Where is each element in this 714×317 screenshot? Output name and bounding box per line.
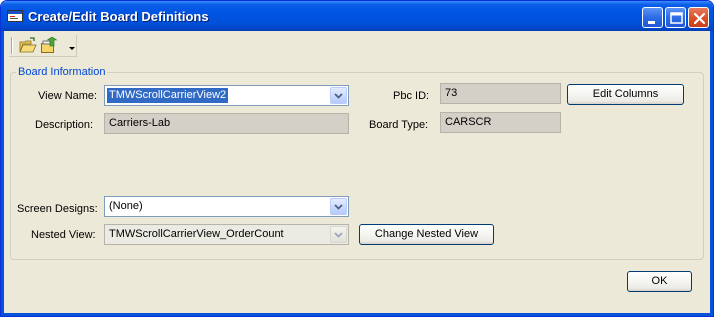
window-frame-right xyxy=(710,31,713,316)
minimize-icon xyxy=(648,21,655,24)
screen-designs-value: (None) xyxy=(109,200,143,212)
toolbar xyxy=(9,35,77,57)
board-type-label: Board Type: xyxy=(369,119,429,131)
view-name-label: View Name: xyxy=(38,90,98,102)
ok-button[interactable]: OK xyxy=(627,271,692,292)
nested-view-dropdown-button[interactable] xyxy=(330,226,347,243)
dialog-window: Create/Edit Board Definitions Board Info… xyxy=(0,0,714,317)
group-title: Board Information xyxy=(16,66,108,78)
nested-view-label: Nested View: xyxy=(31,229,96,241)
open-folder-icon[interactable] xyxy=(19,37,37,55)
board-type-field: CARSCR xyxy=(440,112,561,133)
chevron-down-icon xyxy=(334,204,343,210)
view-name-value: TMWScrollCarrierView2 xyxy=(107,88,229,103)
screen-designs-dropdown-button[interactable] xyxy=(330,198,347,215)
window-title: Create/Edit Board Definitions xyxy=(28,9,209,24)
screen-designs-label: Screen Designs: xyxy=(17,203,98,215)
toolbar-grip[interactable] xyxy=(11,37,13,54)
nested-view-combo[interactable]: TMWScrollCarrierView_OrderCount xyxy=(104,224,349,245)
chevron-down-icon xyxy=(334,232,343,238)
description-label: Description: xyxy=(35,119,94,131)
nested-view-value: TMWScrollCarrierView_OrderCount xyxy=(109,228,284,240)
window-frame-left xyxy=(1,31,4,316)
minimize-button[interactable] xyxy=(642,7,663,28)
maximize-icon xyxy=(670,12,683,24)
description-field: Carriers-Lab xyxy=(104,113,349,134)
export-icon[interactable] xyxy=(40,37,58,55)
change-nested-view-button[interactable]: Change Nested View xyxy=(359,224,494,245)
edit-columns-button[interactable]: Edit Columns xyxy=(567,84,684,105)
screen-designs-combo[interactable]: (None) xyxy=(104,196,349,217)
window-frame-bottom xyxy=(1,313,713,316)
pbc-id-field: 73 xyxy=(440,83,561,104)
chevron-down-icon[interactable] xyxy=(69,47,75,50)
view-name-combo[interactable]: TMWScrollCarrierView2 xyxy=(104,85,349,106)
chevron-down-icon xyxy=(334,93,343,99)
close-button[interactable] xyxy=(688,7,709,28)
view-name-dropdown-button[interactable] xyxy=(330,87,347,104)
maximize-button[interactable] xyxy=(665,7,686,28)
pbc-id-label: Pbc ID: xyxy=(393,90,430,102)
app-icon xyxy=(7,10,23,22)
title-bar[interactable]: Create/Edit Board Definitions xyxy=(1,1,713,31)
close-icon xyxy=(693,12,706,25)
